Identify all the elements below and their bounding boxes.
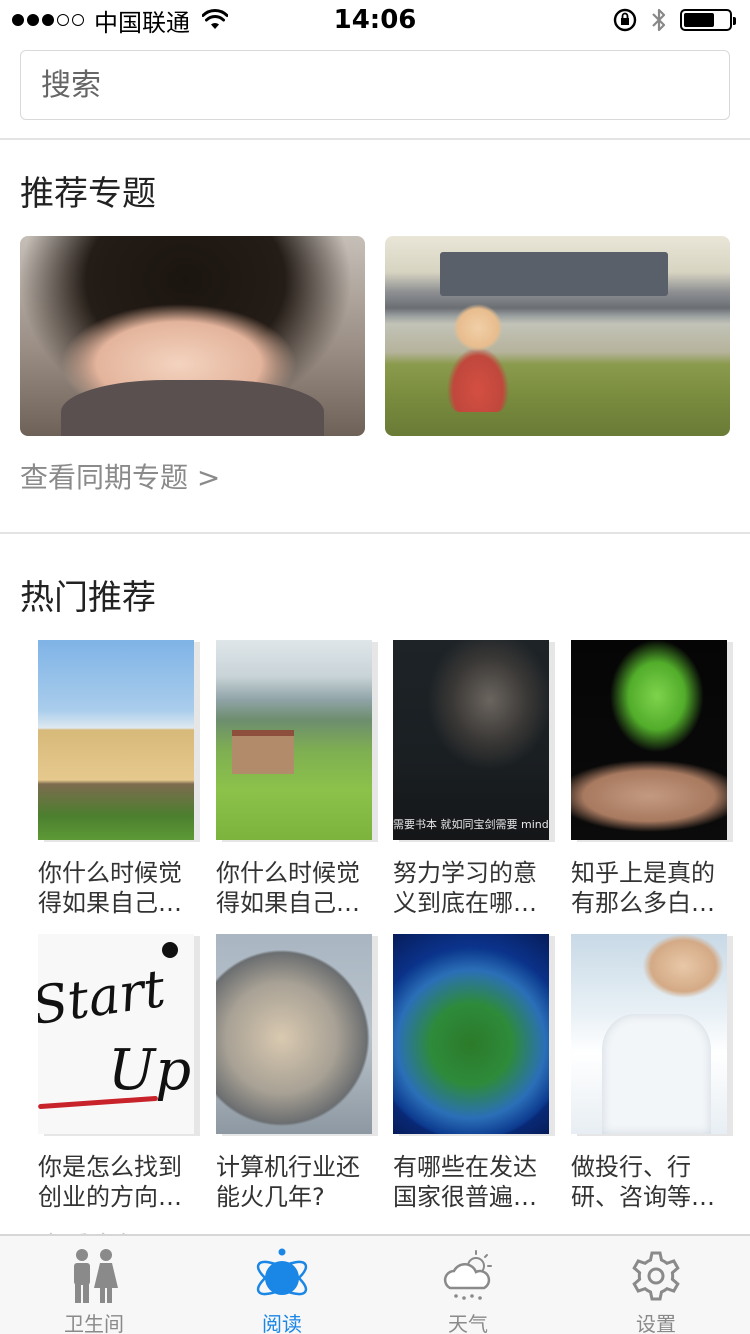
hot-item-caption: 计算机行业还能火几年? [216, 1153, 360, 1211]
hot-item-thumbnail: 需要书本 就如同宝剑需要 mind needs books like a swo… [393, 640, 549, 840]
tab-settings[interactable]: 设置 [586, 1236, 726, 1334]
hot-item[interactable]: 知乎上是真的有那么多白… [571, 640, 736, 918]
search-input[interactable] [41, 67, 729, 103]
gear-icon [632, 1251, 680, 1301]
recommended-topics-title: 推荐专题 [20, 174, 156, 214]
tab-label: 天气 [448, 1312, 488, 1334]
hot-item[interactable]: Start Up 你是怎么找到创业的方向… [38, 934, 203, 1212]
hot-item-thumbnail [38, 640, 194, 840]
tab-reading[interactable]: 阅读 [212, 1236, 352, 1334]
thumbnail-overlay-text: 需要书本 就如同宝剑需要 mind needs books like a swo… [393, 818, 549, 831]
thumbnail-text: Start [38, 959, 169, 1037]
hot-item-caption: 有哪些在发达国家很普遍… [393, 1153, 537, 1211]
tab-weather[interactable]: 天气 [398, 1236, 538, 1334]
atom-icon [256, 1248, 308, 1296]
status-bar: 中国联通 14:06 [0, 0, 750, 40]
tab-label: 卫生间 [64, 1312, 124, 1334]
view-past-topics-link[interactable]: 查看同期专题 > [20, 456, 220, 496]
topic-image-detail [447, 304, 510, 412]
battery-icon [680, 9, 736, 31]
thumbnail-detail [602, 1014, 712, 1134]
thumbnail-text: Up [108, 1038, 192, 1103]
restroom-icon [74, 1249, 118, 1303]
hot-item-caption: 你什么时候觉得如果自己… [216, 859, 360, 917]
hot-item[interactable]: 需要书本 就如同宝剑需要 mind needs books like a swo… [393, 640, 558, 918]
hot-item-thumbnail [571, 640, 727, 840]
hot-item-caption: 做投行、行研、咨询等… [571, 1153, 715, 1211]
hot-item-thumbnail [216, 640, 372, 840]
topic-card-girl[interactable] [20, 236, 365, 436]
weather-icon [443, 1250, 492, 1300]
status-right [612, 6, 736, 34]
section-divider [0, 532, 750, 534]
hot-item-thumbnail [216, 934, 372, 1134]
hot-item[interactable]: 有哪些在发达国家很普遍… [393, 934, 558, 1212]
hot-recommendations-title: 热门推荐 [20, 578, 156, 618]
hot-item[interactable]: 你什么时候觉得如果自己… [38, 640, 203, 918]
hot-item-caption: 知乎上是真的有那么多白… [571, 859, 715, 917]
topic-card-lawn[interactable] [385, 236, 730, 436]
topic-image-detail [61, 380, 324, 436]
hot-item-thumbnail [571, 934, 727, 1134]
tab-restroom[interactable]: 卫生间 [24, 1236, 164, 1334]
hot-item-caption: 努力学习的意义到底在哪… [393, 859, 537, 917]
hot-item[interactable]: 你什么时候觉得如果自己… [216, 640, 381, 918]
topic-image-detail [440, 252, 668, 296]
thumbnail-detail [162, 942, 178, 958]
hot-item[interactable]: 计算机行业还能火几年? [216, 934, 381, 1212]
thumbnail-detail [231, 730, 294, 774]
tab-bar: 卫生间 阅读 天气 设置 [0, 1234, 750, 1334]
bluetooth-icon [652, 8, 666, 32]
section-divider [0, 138, 750, 140]
hot-item-thumbnail [393, 934, 549, 1134]
hot-item[interactable]: 做投行、行研、咨询等… [571, 934, 736, 1212]
orientation-lock-icon [613, 8, 637, 32]
hot-item-caption: 你什么时候觉得如果自己… [38, 859, 182, 917]
hot-item-caption: 你是怎么找到创业的方向… [38, 1153, 182, 1211]
tab-label: 设置 [636, 1312, 676, 1334]
tab-label: 阅读 [262, 1312, 302, 1334]
hot-item-thumbnail: Start Up [38, 934, 194, 1134]
screen: 中国联通 14:06 推荐专题 [0, 0, 750, 1334]
search-bar[interactable] [20, 50, 730, 120]
